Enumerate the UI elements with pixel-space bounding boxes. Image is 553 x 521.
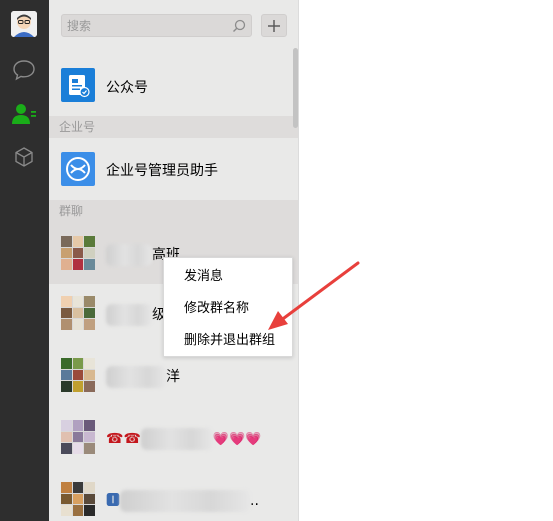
plus-icon bbox=[268, 19, 280, 32]
group-3-suffix: 洋 bbox=[166, 369, 180, 385]
user-avatar[interactable] bbox=[11, 11, 37, 37]
group-2-name: 级 bbox=[106, 304, 166, 326]
wechat-window: 公众号 企业号 企业号管理员助手 群聊 bbox=[0, 0, 553, 521]
group-4-suffix: 💗💗💗 bbox=[212, 432, 262, 447]
contacts-icon[interactable] bbox=[10, 100, 38, 128]
section-header-enterprise: 企业号 bbox=[49, 116, 298, 138]
section-header-group-chats: 群聊 bbox=[49, 200, 298, 222]
nav-bar bbox=[0, 0, 49, 521]
content-pane bbox=[300, 0, 553, 521]
enterprise-assistant-label: 企业号管理员助手 bbox=[106, 163, 218, 179]
collections-cube-icon[interactable] bbox=[10, 143, 38, 171]
chat-icon[interactable] bbox=[10, 56, 38, 84]
group-5-suffix: .. bbox=[250, 493, 259, 509]
add-button[interactable] bbox=[261, 14, 287, 37]
official-accounts-label: 公众号 bbox=[106, 80, 148, 96]
redacted-text bbox=[106, 366, 166, 388]
official-account-icon bbox=[61, 68, 95, 102]
group-5-prefix: 🅸 bbox=[106, 493, 120, 509]
group-avatar bbox=[61, 420, 95, 454]
group-avatar bbox=[61, 482, 95, 516]
search-box[interactable] bbox=[61, 14, 252, 37]
group-3-name: 洋 bbox=[106, 366, 180, 388]
search-input[interactable] bbox=[62, 15, 227, 36]
menu-item-delete-and-exit-group[interactable]: 删除并退出群组 bbox=[164, 325, 292, 357]
list-item-enterprise-assistant[interactable]: 企业号管理员助手 bbox=[49, 138, 298, 200]
redacted-text bbox=[120, 490, 250, 512]
group-5-name: 🅸.. bbox=[106, 490, 259, 512]
scrollbar[interactable] bbox=[293, 48, 298, 128]
menu-item-send-message[interactable]: 发消息 bbox=[164, 261, 292, 293]
group-avatar bbox=[61, 236, 95, 270]
list-item-official-accounts[interactable]: 公众号 bbox=[49, 48, 298, 116]
redacted-text bbox=[106, 304, 152, 326]
redacted-text bbox=[140, 428, 213, 450]
list-item-group-4[interactable]: ☎☎ 💗💗💗 bbox=[49, 408, 298, 470]
group-4-prefix: ☎☎ bbox=[106, 431, 141, 447]
menu-item-rename-group[interactable]: 修改群名称 bbox=[164, 293, 292, 325]
list-item-group-5[interactable]: 🅸.. bbox=[49, 470, 298, 521]
group-avatar bbox=[61, 358, 95, 392]
context-menu: 发消息 修改群名称 删除并退出群组 bbox=[163, 257, 293, 357]
group-4-name: ☎☎ 💗💗💗 bbox=[106, 428, 261, 450]
redacted-text bbox=[106, 244, 152, 266]
enterprise-assistant-icon bbox=[61, 152, 95, 186]
group-avatar bbox=[61, 296, 95, 330]
search-icon[interactable] bbox=[231, 18, 247, 34]
